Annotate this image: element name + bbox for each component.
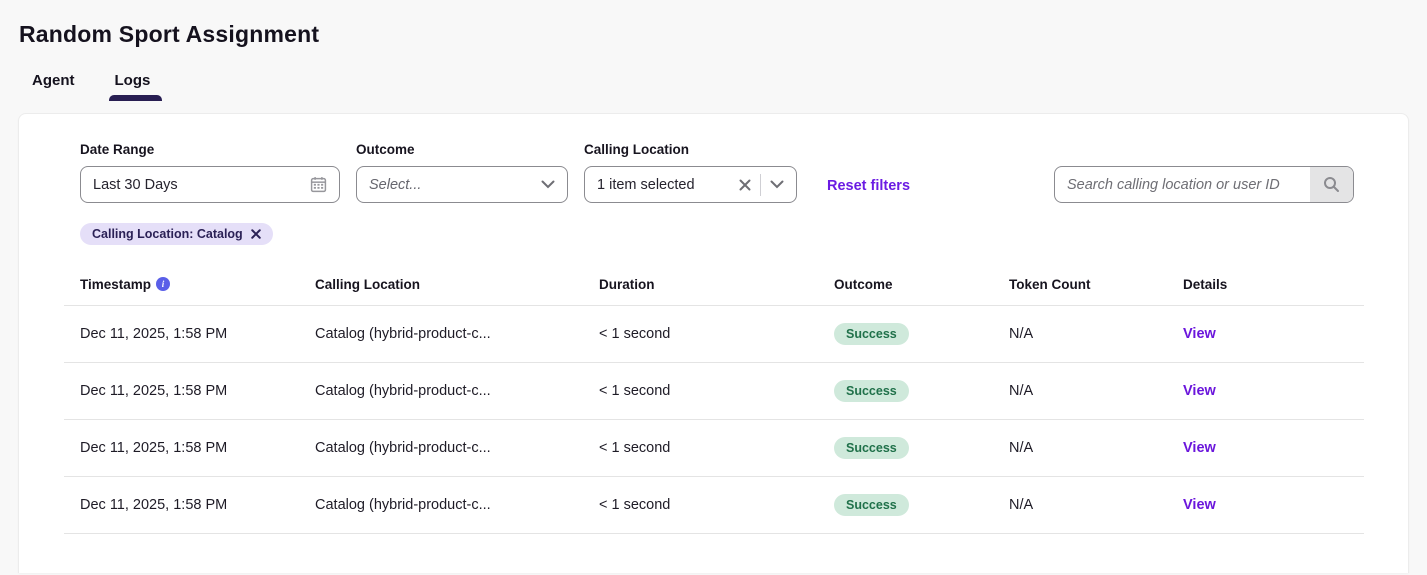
date-range-filter: Date Range Last 30 Days <box>80 142 340 203</box>
chevron-down-icon <box>541 180 555 189</box>
cell-calling-location: Catalog (hybrid-product-c... <box>315 497 599 513</box>
calling-location-filter: Calling Location 1 item selected <box>584 142 797 203</box>
cell-token-count: N/A <box>1009 383 1183 399</box>
cell-duration: < 1 second <box>599 383 834 399</box>
search-box <box>1054 166 1354 203</box>
cell-calling-location: Catalog (hybrid-product-c... <box>315 383 599 399</box>
calling-location-controls <box>739 174 784 196</box>
header-timestamp: Timestamp i <box>80 277 315 292</box>
header-details: Details <box>1183 277 1364 292</box>
status-badge: Success <box>834 380 909 402</box>
status-badge: Success <box>834 323 909 345</box>
cell-timestamp: Dec 11, 2025, 1:58 PM <box>80 326 315 342</box>
cell-token-count: N/A <box>1009 326 1183 342</box>
cell-details: View <box>1183 383 1364 399</box>
calendar-icon[interactable] <box>310 176 327 193</box>
outcome-placeholder: Select... <box>369 177 421 193</box>
view-link[interactable]: View <box>1183 497 1216 513</box>
cell-outcome: Success <box>834 323 1009 345</box>
calling-location-label: Calling Location <box>584 142 797 157</box>
info-icon[interactable]: i <box>156 277 170 291</box>
page-title: Random Sport Assignment <box>19 21 1409 48</box>
tab-agent-label: Agent <box>32 72 75 89</box>
table-row: Dec 11, 2025, 1:58 PM Catalog (hybrid-pr… <box>64 477 1364 534</box>
calling-location-select[interactable]: 1 item selected <box>584 166 797 203</box>
tab-bar: Agent Logs <box>27 72 1409 101</box>
table-row: Dec 11, 2025, 1:58 PM Catalog (hybrid-pr… <box>64 420 1364 477</box>
tab-logs[interactable]: Logs <box>110 72 156 101</box>
outcome-select[interactable]: Select... <box>356 166 568 203</box>
status-badge: Success <box>834 494 909 516</box>
view-link[interactable]: View <box>1183 440 1216 456</box>
filters-row: Date Range Last 30 Days <box>19 114 1408 203</box>
header-duration: Duration <box>599 277 834 292</box>
filter-chip-label: Calling Location: Catalog <box>92 227 243 241</box>
chip-close-icon[interactable] <box>251 229 261 239</box>
divider <box>760 174 761 196</box>
outcome-filter: Outcome Select... <box>356 142 568 203</box>
cell-token-count: N/A <box>1009 440 1183 456</box>
cell-calling-location: Catalog (hybrid-product-c... <box>315 440 599 456</box>
close-icon[interactable] <box>739 179 751 191</box>
view-link[interactable]: View <box>1183 326 1216 342</box>
date-range-label: Date Range <box>80 142 340 157</box>
table-body: Dec 11, 2025, 1:58 PM Catalog (hybrid-pr… <box>64 306 1364 534</box>
header-token-count: Token Count <box>1009 277 1183 292</box>
cell-details: View <box>1183 440 1364 456</box>
chevron-down-icon[interactable] <box>770 180 784 189</box>
cell-duration: < 1 second <box>599 326 834 342</box>
search-button[interactable] <box>1310 167 1353 202</box>
tab-agent[interactable]: Agent <box>27 72 80 101</box>
search-area <box>1054 166 1354 203</box>
logs-table: Timestamp i Calling Location Duration Ou… <box>64 263 1364 534</box>
page: Random Sport Assignment Agent Logs Date … <box>0 0 1427 573</box>
date-range-input[interactable]: Last 30 Days <box>80 166 340 203</box>
status-badge: Success <box>834 437 909 459</box>
tab-logs-label: Logs <box>115 72 151 89</box>
cell-outcome: Success <box>834 437 1009 459</box>
table-header-row: Timestamp i Calling Location Duration Ou… <box>64 263 1364 306</box>
cell-timestamp: Dec 11, 2025, 1:58 PM <box>80 440 315 456</box>
reset-filters-link[interactable]: Reset filters <box>827 178 910 194</box>
cell-timestamp: Dec 11, 2025, 1:58 PM <box>80 383 315 399</box>
table-row: Dec 11, 2025, 1:58 PM Catalog (hybrid-pr… <box>64 363 1364 420</box>
cell-details: View <box>1183 497 1364 513</box>
cell-duration: < 1 second <box>599 497 834 513</box>
active-filters-row: Calling Location: Catalog <box>19 203 1408 245</box>
search-input[interactable] <box>1055 167 1310 202</box>
header-outcome: Outcome <box>834 277 1009 292</box>
outcome-label: Outcome <box>356 142 568 157</box>
cell-outcome: Success <box>834 494 1009 516</box>
cell-duration: < 1 second <box>599 440 834 456</box>
cell-outcome: Success <box>834 380 1009 402</box>
filter-chip-calling-location: Calling Location: Catalog <box>80 223 273 245</box>
cell-calling-location: Catalog (hybrid-product-c... <box>315 326 599 342</box>
calling-location-value: 1 item selected <box>597 177 695 193</box>
logs-panel: Date Range Last 30 Days <box>18 113 1409 573</box>
search-icon <box>1323 176 1340 193</box>
date-range-value: Last 30 Days <box>93 177 178 193</box>
view-link[interactable]: View <box>1183 383 1216 399</box>
cell-timestamp: Dec 11, 2025, 1:58 PM <box>80 497 315 513</box>
cell-token-count: N/A <box>1009 497 1183 513</box>
tab-active-underline <box>109 95 163 101</box>
cell-details: View <box>1183 326 1364 342</box>
table-row: Dec 11, 2025, 1:58 PM Catalog (hybrid-pr… <box>64 306 1364 363</box>
header-calling-location: Calling Location <box>315 277 599 292</box>
